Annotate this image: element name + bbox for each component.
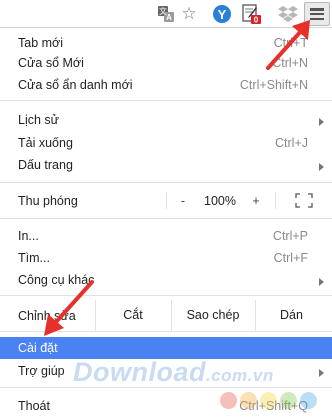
download-watermark: Download.com.vn (73, 357, 274, 388)
menu-separator (0, 218, 332, 219)
svg-text:A: A (166, 13, 172, 22)
menu-item-label: Cửa sổ Mới (18, 56, 84, 70)
submenu-arrow-icon (319, 163, 324, 171)
menu-item-history[interactable]: Lịch sử (0, 109, 332, 131)
menu-item-settings[interactable]: Cài đặt (0, 337, 332, 359)
menu-item-label: Dấu trang (18, 158, 73, 172)
star-icon[interactable]: ☆ (178, 3, 200, 25)
submenu-arrow-icon (319, 369, 324, 377)
watermark-suffix: .com.vn (206, 366, 274, 385)
translate-glyph: 文 A (158, 6, 174, 22)
menu-item-label: Trợ giúp (18, 364, 65, 378)
menu-item-print[interactable]: In... Ctrl+P (0, 225, 332, 247)
menu-item-shortcut: Ctrl+P (272, 229, 308, 243)
extension-note-icon[interactable]: 0 (240, 3, 262, 25)
menu-item-label: Thoát (18, 399, 50, 413)
menu-item-label: In... (18, 229, 39, 243)
menu-separator (0, 100, 332, 101)
menu-item-find[interactable]: Tìm... Ctrl+F (0, 247, 332, 269)
menu-item-shortcut: Ctrl+J (275, 136, 308, 150)
menu-item-label: Tải xuống (18, 136, 73, 150)
note-badge: 0 (254, 16, 259, 25)
menu-item-shortcut: Ctrl+Shift+N (239, 78, 308, 92)
translate-icon[interactable]: 文 A (155, 3, 177, 25)
menu-item-incognito[interactable]: Cửa sổ ẩn danh mới Ctrl+Shift+N (0, 74, 332, 96)
watermark-dots (220, 392, 330, 412)
zoom-row: Thu phóng - 100% + (0, 189, 332, 212)
fullscreen-icon[interactable] (295, 193, 313, 208)
watermark-main: Download (73, 357, 206, 387)
zoom-label: Thu phóng (18, 194, 78, 208)
extension-y-icon[interactable]: Y (211, 3, 233, 25)
menu-item-label: Tìm... (18, 251, 50, 265)
menu-item-label: Tab mới (18, 36, 64, 50)
paste-button[interactable]: Dán (255, 300, 328, 331)
menu-item-label: Cài đặt (18, 341, 58, 355)
menu-item-downloads[interactable]: Tải xuống Ctrl+J (0, 132, 332, 154)
zoom-out-button[interactable]: - (172, 192, 194, 210)
submenu-arrow-icon (319, 278, 324, 286)
menu-item-shortcut: Ctrl+F (273, 251, 308, 265)
annotation-arrow-settings (44, 280, 94, 336)
zoom-in-button[interactable]: + (245, 192, 267, 210)
zoom-level: 100% (204, 194, 236, 208)
menu-item-label: Cửa sổ ẩn danh mới (18, 78, 133, 92)
menu-item-bookmarks[interactable]: Dấu trang (0, 154, 332, 176)
cut-button[interactable]: Cắt (95, 300, 171, 331)
menu-item-label: Lịch sử (18, 113, 60, 127)
submenu-arrow-icon (319, 118, 324, 126)
menu-separator (0, 182, 332, 183)
svg-text:Y: Y (218, 7, 227, 22)
copy-button[interactable]: Sao chép (171, 300, 255, 331)
annotation-arrow-menu (266, 20, 310, 70)
